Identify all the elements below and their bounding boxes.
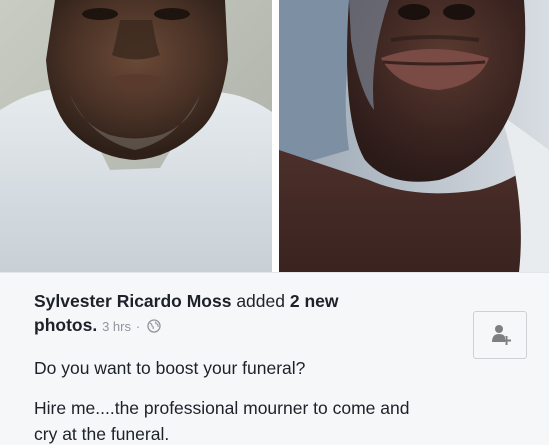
portrait-photo-left [0,0,272,272]
post-header: Sylvester Ricardo Moss added 2 new photo… [34,289,454,339]
facebook-post: Sylvester Ricardo Moss added 2 new photo… [0,0,549,445]
globe-icon[interactable] [147,315,161,339]
post-text-line-1: Do you want to boost your funeral? [34,358,306,378]
add-friend-button[interactable] [473,311,527,359]
photo-left[interactable] [0,0,272,272]
timestamp[interactable]: 3 hrs [102,319,131,334]
action-text: added [236,291,285,311]
author-name[interactable]: Sylvester Ricardo Moss [34,291,231,311]
post-text-line-3: cry at the funeral. [34,424,170,444]
post-meta: Sylvester Ricardo Moss added 2 new photo… [0,272,549,445]
count-text[interactable]: 2 new [290,291,339,311]
photo-grid [0,0,549,272]
portrait-photo-right [279,0,549,272]
add-friend-icon [492,325,511,345]
separator: · [135,319,141,334]
object-text[interactable]: photos. [34,315,97,335]
post-text-line-2: Hire me....the professional mourner to c… [34,398,410,418]
photo-right[interactable] [279,0,549,272]
